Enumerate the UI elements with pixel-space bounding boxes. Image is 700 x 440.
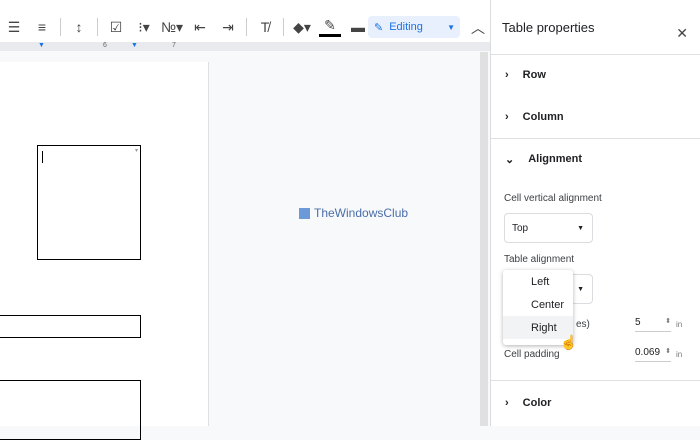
ruler[interactable]: ▼ 6 ▼ 7 bbox=[0, 42, 490, 51]
chevron-right-icon: › bbox=[505, 111, 509, 123]
border-width-icon[interactable]: ▬ bbox=[347, 19, 369, 35]
cell-menu-icon[interactable]: ▾ bbox=[135, 147, 138, 154]
close-icon[interactable]: ✕ bbox=[676, 25, 688, 42]
divider bbox=[60, 18, 61, 36]
document-page[interactable]: ▾ bbox=[0, 62, 209, 440]
increase-indent-icon[interactable]: ⇥ bbox=[217, 19, 239, 36]
input-value: 5 bbox=[635, 317, 641, 328]
logo-icon bbox=[299, 207, 310, 219]
dropdown-arrow-icon: ▼ bbox=[577, 285, 584, 293]
watermark-text: TheWindowsClub bbox=[314, 206, 409, 220]
section-row[interactable]: › Row bbox=[491, 64, 700, 86]
select-value: Top bbox=[512, 222, 529, 234]
panel-title: Table properties bbox=[502, 19, 595, 35]
decrease-indent-icon[interactable]: ⇤ bbox=[189, 19, 211, 36]
cell-padding-input[interactable]: 0.069 ⬍ bbox=[635, 347, 671, 362]
section-color[interactable]: › Color bbox=[491, 392, 700, 414]
menu-item-left[interactable]: Left bbox=[503, 270, 573, 293]
section-label: Column bbox=[522, 111, 564, 123]
section-label: Row bbox=[522, 69, 546, 81]
chevron-down-icon: ▼ bbox=[447, 22, 455, 32]
chevron-right-icon: › bbox=[505, 397, 509, 409]
clear-formatting-icon[interactable]: T̸ bbox=[254, 19, 276, 35]
collapse-icon[interactable]: ︿ bbox=[471, 18, 485, 38]
checklist-icon[interactable]: ☑ bbox=[105, 19, 127, 36]
dropdown-arrow-icon: ▼ bbox=[577, 224, 584, 232]
spinner-icon[interactable]: ⬍ bbox=[665, 347, 671, 355]
cell-vertical-alignment-label: Cell vertical alignment bbox=[504, 193, 602, 204]
line-spacing-icon[interactable]: ↕ bbox=[68, 19, 90, 35]
divider bbox=[97, 18, 98, 36]
scrollbar[interactable] bbox=[480, 52, 488, 426]
menu-item-center[interactable]: Center bbox=[503, 293, 573, 316]
divider bbox=[246, 18, 247, 36]
toolbar: ☰ ≡ ↕ ☑ ⁝▾ №▾ ⇤ ⇥ T̸ ◆▾ ✎ ▬ ┅ ✎ Editing … bbox=[0, 12, 490, 42]
numbered-list-icon[interactable]: №▾ bbox=[161, 19, 183, 36]
ruler-mark: 6 bbox=[103, 42, 107, 49]
fill-color-icon[interactable]: ◆▾ bbox=[291, 19, 313, 36]
align-right-icon[interactable]: ☰ bbox=[3, 19, 25, 36]
divider bbox=[283, 18, 284, 36]
unit-label: in bbox=[676, 320, 683, 329]
table-properties-panel: Table properties ✕ › Row › Column ⌄ Alignmen… bbox=[490, 0, 700, 426]
text-cursor bbox=[42, 151, 43, 163]
section-column[interactable]: › Column bbox=[491, 106, 700, 128]
ruler-mark: 7 bbox=[172, 42, 176, 49]
table-cell[interactable]: ▾ bbox=[37, 145, 141, 260]
spinner-icon[interactable]: ⬍ bbox=[665, 317, 671, 325]
indent-input[interactable]: 5 ⬍ bbox=[635, 317, 671, 332]
editing-label: Editing bbox=[389, 21, 423, 33]
indent-label: es) bbox=[576, 319, 590, 330]
border-color-icon[interactable]: ✎ bbox=[319, 17, 341, 37]
table-cell[interactable] bbox=[0, 315, 141, 338]
pencil-icon: ✎ bbox=[374, 21, 384, 34]
bulleted-list-icon[interactable]: ⁝▾ bbox=[133, 19, 155, 36]
cell-vertical-alignment-select[interactable]: Top ▼ bbox=[504, 213, 593, 243]
watermark: TheWindowsClub bbox=[299, 206, 408, 220]
input-value: 0.069 bbox=[635, 347, 661, 358]
table-cell[interactable] bbox=[0, 380, 141, 440]
unit-label: in bbox=[676, 350, 683, 359]
chevron-right-icon: › bbox=[505, 69, 509, 81]
section-label: Color bbox=[522, 397, 552, 409]
align-justify-icon[interactable]: ≡ bbox=[31, 19, 53, 35]
editing-mode-button[interactable]: ✎ Editing ▼ bbox=[368, 16, 460, 38]
section-label: Alignment bbox=[528, 153, 582, 165]
cell-padding-label: Cell padding bbox=[504, 349, 560, 360]
section-alignment[interactable]: ⌄ Alignment bbox=[491, 148, 700, 170]
right-indent-marker-icon[interactable]: ▼ bbox=[131, 42, 138, 49]
hand-cursor-icon: ☝ bbox=[560, 334, 578, 350]
indent-marker-icon[interactable]: ▼ bbox=[38, 42, 45, 49]
table-alignment-label: Table alignment bbox=[504, 254, 575, 265]
chevron-down-icon: ⌄ bbox=[505, 153, 515, 166]
